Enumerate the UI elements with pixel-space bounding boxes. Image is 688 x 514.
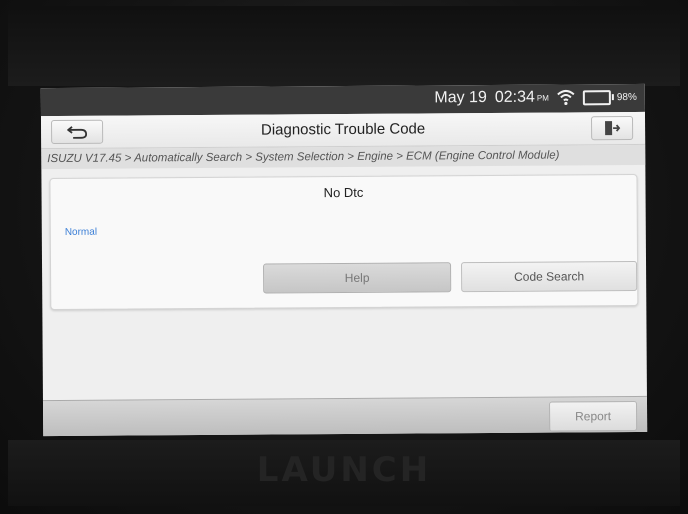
screen: May 19 02:34 PM 98% Diagnostic Trouble C… bbox=[40, 83, 648, 437]
status-bar: May 19 02:34 PM 98% bbox=[40, 83, 645, 117]
wifi-icon bbox=[557, 89, 575, 106]
device-frame: LAUNCH May 19 02:34 PM 98% Diagnostic Tr… bbox=[0, 0, 688, 514]
report-button[interactable]: Report bbox=[548, 400, 638, 432]
exit-button[interactable] bbox=[591, 115, 634, 141]
exit-icon bbox=[605, 121, 621, 136]
battery-percent: 98% bbox=[616, 91, 637, 103]
help-button[interactable]: Help bbox=[263, 262, 452, 294]
status-ampm: PM bbox=[536, 93, 549, 103]
status-date: May 19 bbox=[434, 88, 487, 107]
battery-icon: 98% bbox=[582, 89, 637, 105]
dtc-result-panel: No Dtc Normal Help Code Search bbox=[49, 173, 639, 311]
device-brand-logo: LAUNCH bbox=[256, 450, 432, 490]
breadcrumb: ISUZU V17.45 > Automatically Search > Sy… bbox=[41, 144, 646, 170]
status-time: 02:34 bbox=[494, 88, 535, 106]
dtc-message: No Dtc bbox=[323, 184, 364, 201]
status-label: Normal bbox=[64, 226, 98, 238]
page-title: Diagnostic Trouble Code bbox=[260, 120, 426, 139]
device-bezel-top bbox=[8, 6, 680, 86]
bottom-toolbar: Report bbox=[42, 395, 648, 437]
code-search-button[interactable]: Code Search bbox=[461, 260, 638, 293]
title-bar: Diagnostic Trouble Code bbox=[40, 111, 646, 150]
status-right: May 19 02:34 PM 98% bbox=[434, 88, 637, 107]
